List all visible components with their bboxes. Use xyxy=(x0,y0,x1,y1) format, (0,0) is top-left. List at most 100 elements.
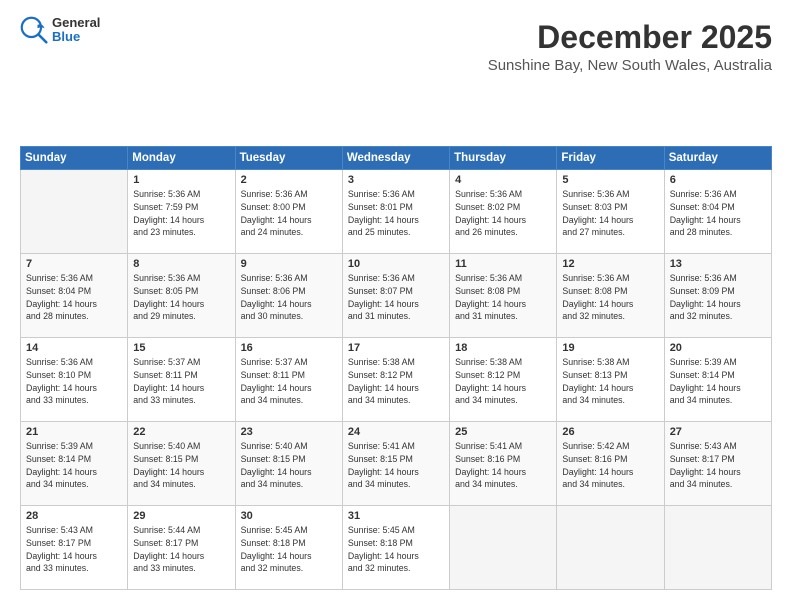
day-info: Sunrise: 5:37 AMSunset: 8:11 PMDaylight:… xyxy=(241,356,337,407)
calendar-day-cell: 25Sunrise: 5:41 AMSunset: 8:16 PMDayligh… xyxy=(450,422,557,506)
calendar-day-cell: 20Sunrise: 5:39 AMSunset: 8:14 PMDayligh… xyxy=(664,338,771,422)
day-info: Sunrise: 5:36 AMSunset: 8:06 PMDaylight:… xyxy=(241,272,337,323)
day-number: 30 xyxy=(241,510,337,522)
calendar-day-cell: 30 Sunrise: 5:45 AMSunset: 8:18 PMDayligh… xyxy=(235,506,342,590)
day-info: Sunrise: 5:36 AMSunset: 8:08 PMDaylight:… xyxy=(455,272,551,323)
logo: General Blue xyxy=(20,16,100,45)
sunset-text: Sunset: 8:15 PM xyxy=(241,453,337,466)
day-number: 2 xyxy=(241,174,337,186)
sunset-text: Sunset: 8:11 PM xyxy=(133,369,229,382)
sunrise-text: Sunrise: 5:38 AM xyxy=(348,356,444,369)
sunrise-text: Sunrise: 5:36 AM xyxy=(348,272,444,285)
sunset-text: Sunset: 8:05 PM xyxy=(133,285,229,298)
daylight-hours-text: Daylight: 14 hours xyxy=(241,466,337,479)
day-number: 12 xyxy=(562,258,658,270)
day-number: 17 xyxy=(348,342,444,354)
day-number: 7 xyxy=(26,258,122,270)
daylight-hours-text: Daylight: 14 hours xyxy=(241,214,337,227)
calendar-body: 1Sunrise: 5:36 AMSunset: 7:59 PMDaylight… xyxy=(21,170,772,590)
day-number: 11 xyxy=(455,258,551,270)
sunrise-text: Sunrise: 5:37 AM xyxy=(133,356,229,369)
calendar-day-cell: 24Sunrise: 5:41 AMSunset: 8:15 PMDayligh… xyxy=(342,422,449,506)
sunrise-text: Sunrise: 5:37 AM xyxy=(241,356,337,369)
sunrise-text: Sunrise: 5:36 AM xyxy=(348,188,444,201)
day-info: Sunrise: 5:36 AMSunset: 8:10 PMDaylight:… xyxy=(26,356,122,407)
daylight-minutes-text: and 27 minutes. xyxy=(562,226,658,239)
sunrise-text: Sunrise: 5:40 AM xyxy=(133,440,229,453)
day-info: Sunrise: 5:39 AMSunset: 8:14 PMDaylight:… xyxy=(26,440,122,491)
page: General Blue December 2025 Sunshine Bay,… xyxy=(0,0,792,612)
sunset-text: Sunset: 8:14 PM xyxy=(670,369,766,382)
calendar-day-cell: 27Sunrise: 5:43 AMSunset: 8:17 PMDayligh… xyxy=(664,422,771,506)
day-number: 10 xyxy=(348,258,444,270)
daylight-hours-text: Daylight: 14 hours xyxy=(348,298,444,311)
sunset-text: Sunset: 8:12 PM xyxy=(348,369,444,382)
sunset-text: Sunset: 8:18 PM xyxy=(241,537,337,550)
day-number: 24 xyxy=(348,426,444,438)
daylight-hours-text: Daylight: 14 hours xyxy=(26,466,122,479)
day-number: 18 xyxy=(455,342,551,354)
calendar-day-cell: 2Sunrise: 5:36 AMSunset: 8:00 PMDaylight… xyxy=(235,170,342,254)
calendar-day-cell: 21 Sunrise: 5:39 AMSunset: 8:14 PMDayligh… xyxy=(21,422,128,506)
day-info: Sunrise: 5:38 AMSunset: 8:13 PMDaylight:… xyxy=(562,356,658,407)
daylight-hours-text: Daylight: 14 hours xyxy=(348,550,444,563)
day-number: 21 xyxy=(26,426,122,438)
sunrise-text: Sunrise: 5:40 AM xyxy=(241,440,337,453)
sunrise-text: Sunrise: 5:39 AM xyxy=(670,356,766,369)
daylight-minutes-text: and 32 minutes. xyxy=(348,562,444,575)
sunrise-text: Sunrise: 5:36 AM xyxy=(670,272,766,285)
daylight-minutes-text: and 32 minutes. xyxy=(670,310,766,323)
calendar-day-cell: 7Sunrise: 5:36 AMSunset: 8:04 PMDaylight… xyxy=(21,254,128,338)
day-info: Sunrise: 5:36 AMSunset: 8:02 PMDaylight:… xyxy=(455,188,551,239)
sunrise-text: Sunrise: 5:41 AM xyxy=(348,440,444,453)
calendar-day-cell: 15Sunrise: 5:37 AMSunset: 8:11 PMDayligh… xyxy=(128,338,235,422)
logo-text-line1: General xyxy=(52,16,100,30)
daylight-hours-text: Daylight: 14 hours xyxy=(455,382,551,395)
daylight-hours-text: Daylight: 14 hours xyxy=(670,214,766,227)
calendar-day-cell: 9Sunrise: 5:36 AMSunset: 8:06 PMDaylight… xyxy=(235,254,342,338)
daylight-minutes-text: and 31 minutes. xyxy=(348,310,444,323)
day-info: Sunrise: 5:36 AMSunset: 8:04 PMDaylight:… xyxy=(670,188,766,239)
day-info: Sunrise: 5:43 AMSunset: 8:17 PMDaylight:… xyxy=(670,440,766,491)
sunset-text: Sunset: 8:17 PM xyxy=(670,453,766,466)
daylight-minutes-text: and 32 minutes. xyxy=(241,562,337,575)
day-info: Sunrise: 5:36 AMSunset: 8:03 PMDaylight:… xyxy=(562,188,658,239)
calendar-day-cell: 10Sunrise: 5:36 AMSunset: 8:07 PMDayligh… xyxy=(342,254,449,338)
sunset-text: Sunset: 8:08 PM xyxy=(562,285,658,298)
day-number: 23 xyxy=(241,426,337,438)
day-number: 8 xyxy=(133,258,229,270)
day-info: Sunrise: 5:40 AMSunset: 8:15 PMDaylight:… xyxy=(133,440,229,491)
sunrise-text: Sunrise: 5:36 AM xyxy=(562,272,658,285)
sunrise-text: Sunrise: 5:36 AM xyxy=(241,188,337,201)
sunrise-text: Sunrise: 5:44 AM xyxy=(133,524,229,537)
day-info: Sunrise: 5:36 AMSunset: 8:09 PMDaylight:… xyxy=(670,272,766,323)
sunset-text: Sunset: 8:04 PM xyxy=(26,285,122,298)
daylight-hours-text: Daylight: 14 hours xyxy=(455,214,551,227)
sunset-text: Sunset: 8:16 PM xyxy=(455,453,551,466)
daylight-hours-text: Daylight: 14 hours xyxy=(241,382,337,395)
daylight-hours-text: Daylight: 14 hours xyxy=(455,298,551,311)
daylight-minutes-text: and 34 minutes. xyxy=(562,394,658,407)
calendar-day-cell: 6Sunrise: 5:36 AMSunset: 8:04 PMDaylight… xyxy=(664,170,771,254)
day-info: Sunrise: 5:36 AMSunset: 8:01 PMDaylight:… xyxy=(348,188,444,239)
day-info: Sunrise: 5:45 AMSunset: 8:18 PMDaylight:… xyxy=(241,524,337,575)
weekday-header-cell: Friday xyxy=(557,147,664,170)
logo-icon xyxy=(20,16,48,44)
daylight-hours-text: Daylight: 14 hours xyxy=(562,298,658,311)
daylight-hours-text: Daylight: 14 hours xyxy=(133,382,229,395)
calendar-week-row: 14Sunrise: 5:36 AMSunset: 8:10 PMDayligh… xyxy=(21,338,772,422)
calendar-day-cell: 18Sunrise: 5:38 AMSunset: 8:12 PMDayligh… xyxy=(450,338,557,422)
daylight-minutes-text: and 26 minutes. xyxy=(455,226,551,239)
daylight-minutes-text: and 29 minutes. xyxy=(133,310,229,323)
daylight-hours-text: Daylight: 14 hours xyxy=(562,466,658,479)
sunrise-text: Sunrise: 5:36 AM xyxy=(455,272,551,285)
sunrise-text: Sunrise: 5:36 AM xyxy=(670,188,766,201)
sunset-text: Sunset: 8:09 PM xyxy=(670,285,766,298)
daylight-minutes-text: and 24 minutes. xyxy=(241,226,337,239)
sunset-text: Sunset: 7:59 PM xyxy=(133,201,229,214)
calendar-day-cell xyxy=(664,506,771,590)
day-info: Sunrise: 5:41 AMSunset: 8:16 PMDaylight:… xyxy=(455,440,551,491)
calendar-day-cell: 13Sunrise: 5:36 AMSunset: 8:09 PMDayligh… xyxy=(664,254,771,338)
daylight-minutes-text: and 34 minutes. xyxy=(348,478,444,491)
calendar-day-cell: 5Sunrise: 5:36 AMSunset: 8:03 PMDaylight… xyxy=(557,170,664,254)
